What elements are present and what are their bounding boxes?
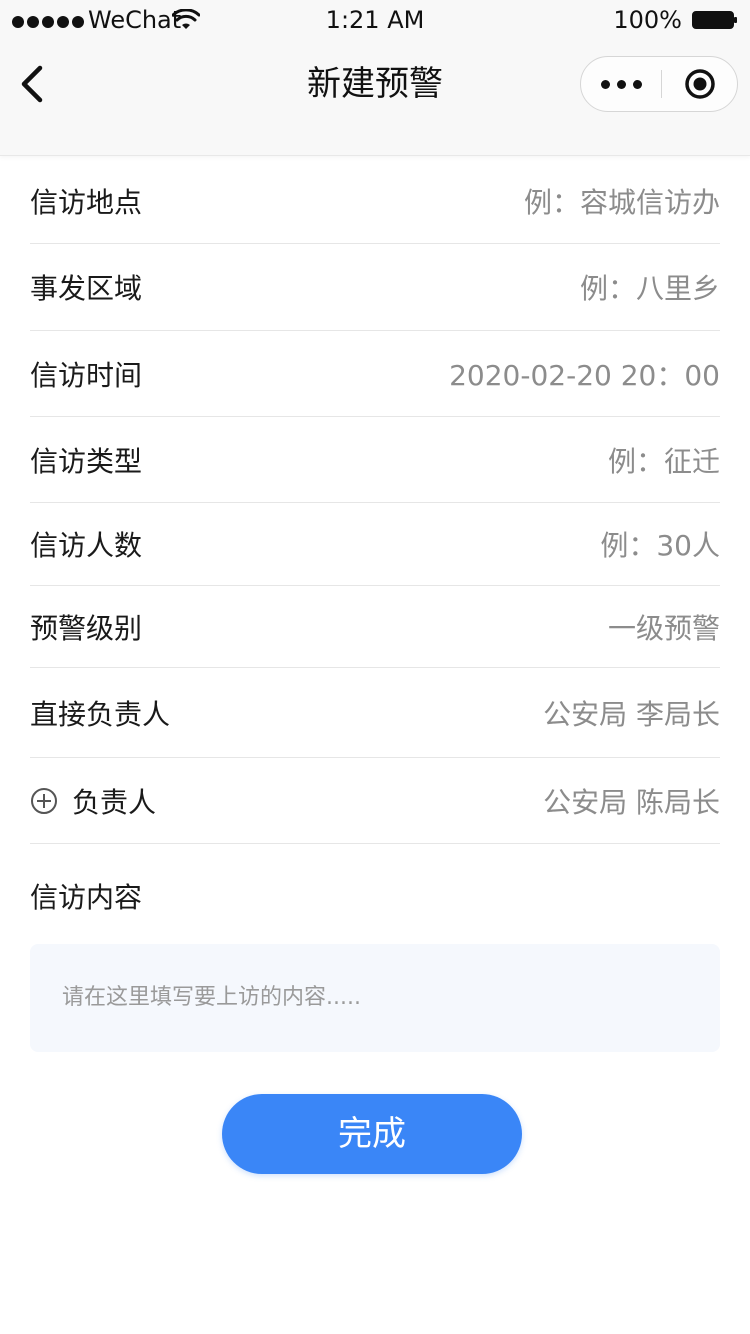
- content-label: 信访内容: [30, 881, 143, 914]
- more-menu-button[interactable]: [581, 57, 661, 111]
- more-dot-icon: [632, 79, 642, 89]
- field-label: 信访人数: [30, 529, 143, 562]
- field-value: 例：征迁: [607, 444, 720, 478]
- form-row-location[interactable]: 信访地点 例：容城信访办: [30, 158, 720, 244]
- form-row-time[interactable]: 信访时间 2020-02-20 20：00: [30, 331, 720, 417]
- battery-icon: [692, 11, 737, 29]
- field-value: 2020-02-20 20：00: [449, 358, 720, 392]
- content-textarea[interactable]: 请在这里填写要上访的内容.....: [30, 944, 720, 1052]
- field-value: 例：八里乡: [579, 272, 720, 305]
- field-value: 例：30人: [600, 529, 720, 562]
- top-bar: WeChat 1:21 AM 100% 新建预警: [0, 0, 750, 156]
- field-label-with-icon: 负责人: [30, 781, 156, 821]
- form-row-owner[interactable]: 负责人 公安局 陈局长: [30, 758, 720, 844]
- more-dot-icon: [616, 79, 626, 89]
- app-screen: WeChat 1:21 AM 100% 新建预警 信访地点 例：容城信访办 事发…: [0, 0, 750, 1334]
- submit-button[interactable]: 完成: [222, 1094, 522, 1174]
- form-row-area[interactable]: 事发区域 例：八里乡: [30, 244, 720, 331]
- field-label: 事发区域: [30, 272, 143, 305]
- target-circle-icon: [685, 69, 715, 99]
- mini-program-capsule: [580, 56, 738, 112]
- warning-form: 信访地点 例：容城信访办 事发区域 例：八里乡 信访时间 2020-02-20 …: [30, 158, 720, 844]
- plus-circle-icon[interactable]: [30, 787, 58, 815]
- field-value: 公安局 李局长: [543, 697, 720, 731]
- field-label: 负责人: [72, 785, 157, 819]
- field-label: 信访时间: [30, 358, 143, 392]
- field-label: 信访类型: [30, 444, 143, 478]
- field-label: 信访地点: [30, 185, 143, 219]
- form-row-level[interactable]: 预警级别 一级预警: [30, 586, 720, 668]
- form-row-count[interactable]: 信访人数 例：30人: [30, 503, 720, 586]
- form-row-type[interactable]: 信访类型 例：征迁: [30, 417, 720, 503]
- nav-bar: 新建预警: [0, 40, 750, 128]
- status-bar: WeChat 1:21 AM 100%: [0, 0, 750, 40]
- field-label: 预警级别: [30, 611, 143, 645]
- battery-percent: 100%: [613, 6, 682, 34]
- field-value: 一级预警: [607, 611, 720, 645]
- field-label: 直接负责人: [30, 697, 171, 731]
- more-dot-icon: [600, 79, 610, 89]
- field-value: 例：容城信访办: [523, 185, 720, 219]
- form-row-direct-owner[interactable]: 直接负责人 公安局 李局长: [30, 668, 720, 758]
- field-value: 公安局 陈局长: [543, 785, 720, 819]
- close-mini-program-button[interactable]: [662, 57, 738, 111]
